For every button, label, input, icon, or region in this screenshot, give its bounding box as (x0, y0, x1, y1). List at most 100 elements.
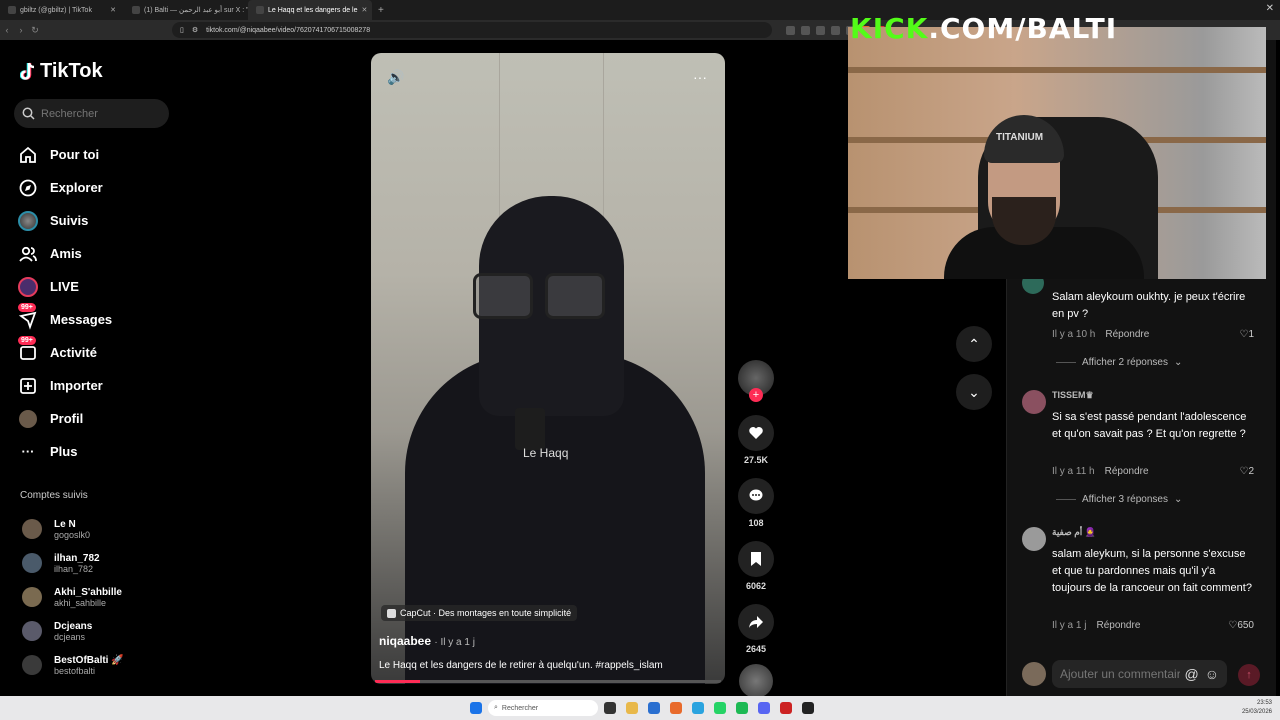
avatar[interactable] (1022, 527, 1046, 551)
forward-icon[interactable]: › (14, 25, 28, 35)
nav-item-messages[interactable]: 99+ Messages (18, 302, 112, 336)
creator-avatar[interactable]: + (738, 360, 774, 402)
close-icon[interactable]: ✕ (110, 6, 116, 14)
view-replies-label: Afficher 2 réponses (1082, 357, 1168, 368)
notion-icon[interactable] (802, 702, 814, 714)
following-title: Comptes suivis (20, 490, 88, 501)
comment-input[interactable] (1060, 667, 1180, 681)
edit-icon[interactable] (816, 25, 825, 35)
comment-time: Il y a 10 h (1052, 329, 1096, 340)
video-player[interactable]: Le Haqq 🔊 ··· CapCut · Des montages en t… (371, 53, 725, 684)
taskbar-search[interactable]: ⌕ Rechercher (488, 700, 598, 716)
new-tab-button[interactable]: + (372, 5, 390, 16)
like-button[interactable] (738, 415, 774, 451)
add-comment-box[interactable]: @☺ (1052, 660, 1227, 688)
account-name: BestOfBalti 🚀 (54, 654, 124, 666)
extension-icon[interactable] (786, 25, 795, 35)
following-account[interactable]: BestOfBalti 🚀 bestofbalti (22, 648, 124, 682)
nav-item-live[interactable]: LIVE (18, 270, 112, 303)
bookmark-icon[interactable]: ▯ (180, 26, 184, 34)
spotify-icon[interactable] (736, 702, 748, 714)
following-account[interactable]: Akhi_S'ahbille akhi_sahbille (22, 580, 124, 614)
comment-like[interactable]: ♡650 (1228, 620, 1254, 631)
reply-button[interactable]: Répondre (1105, 329, 1149, 340)
browser-tab-3[interactable]: Le Haqq et les dangers de le ✕ (248, 0, 372, 20)
app-icon[interactable] (780, 702, 792, 714)
nav-item-profil[interactable]: Profil (18, 402, 112, 435)
file-explorer-icon[interactable] (626, 702, 638, 714)
nav-label: Suivis (50, 213, 89, 228)
emoji-icon[interactable]: ☺ (1205, 666, 1219, 682)
sound-avatar[interactable] (739, 664, 773, 698)
brave-icon[interactable] (670, 702, 682, 714)
reply-button[interactable]: Répondre (1105, 466, 1149, 477)
following-account[interactable]: Le Ngogoslk0 (22, 512, 124, 546)
comment-like[interactable]: ♡2 (1239, 466, 1254, 477)
search-input[interactable] (41, 107, 161, 120)
window-close-icon[interactable]: ✕ (1266, 3, 1274, 14)
task-view-icon[interactable] (604, 702, 616, 714)
reply-button[interactable]: Répondre (1096, 620, 1140, 631)
comment-username[interactable]: TISSEM♛ (1052, 390, 1094, 401)
site-info-icon[interactable]: ⚙ (192, 26, 198, 34)
volume-icon[interactable]: 🔊 (387, 69, 404, 86)
comment-like-count: 1 (1248, 329, 1254, 340)
video-progress-bar[interactable] (375, 680, 721, 683)
nav-item-pour-toi[interactable]: Pour toi (18, 138, 112, 171)
tab-label: (1) Balti — أبو عبد الرحمن sur X : "#N (144, 7, 248, 14)
comment-meta: Il y a 1 j Répondre (1052, 620, 1252, 631)
nav-item-importer[interactable]: Importer (18, 369, 112, 402)
comment-like-count: 650 (1237, 620, 1254, 631)
nav-item-activite[interactable]: 99+ Activité (18, 335, 112, 369)
windows-start-icon[interactable] (470, 702, 482, 714)
back-icon[interactable]: ‹ (0, 25, 14, 35)
comment-button[interactable] (738, 478, 774, 514)
nav-item-suivis[interactable]: Suivis (18, 204, 112, 237)
nav-item-amis[interactable]: Amis (18, 237, 112, 270)
activity-badge: 99+ (18, 335, 36, 345)
nav-item-explorer[interactable]: Explorer (18, 171, 112, 204)
telegram-icon[interactable] (692, 702, 704, 714)
zoom-icon[interactable] (831, 25, 840, 35)
arrow-up-icon: ↑ (1246, 669, 1252, 681)
following-account[interactable]: Dcjeans dcjeans (22, 614, 124, 648)
video-author[interactable]: niqaabee · Il y a 1 j (379, 634, 475, 648)
nav-item-plus[interactable]: ··· Plus (18, 435, 112, 468)
mention-icon[interactable]: @ (1184, 666, 1198, 682)
compass-icon (18, 178, 38, 198)
account-name: Akhi_S'ahbille (54, 586, 122, 598)
view-replies-button[interactable]: Afficher 3 réponses ⌄ (1056, 494, 1182, 505)
comment-like[interactable]: ♡1 (1239, 329, 1254, 340)
tiktok-sidebar: TikTok Pour toi Explorer Suivis Amis LIV… (0, 40, 180, 696)
save-button[interactable] (738, 541, 774, 577)
home-icon (18, 145, 38, 165)
store-icon[interactable] (648, 702, 660, 714)
more-options-icon[interactable]: ··· (693, 69, 707, 85)
following-account[interactable]: ilhan_782 ilhan_782 (22, 546, 124, 580)
search-box[interactable] (14, 99, 169, 128)
translate-icon[interactable] (801, 25, 810, 35)
system-clock[interactable]: 23:53 25/03/2026 (1242, 699, 1272, 717)
browser-tab-1[interactable]: gbiltz (@gbiltz) | TikTok ✕ (0, 0, 124, 20)
tiktok-note-icon (20, 62, 35, 80)
tiktok-logo[interactable]: TikTok (20, 60, 103, 83)
avatar (22, 587, 42, 607)
address-bar[interactable]: ▯ ⚙ tiktok.com/@niqaabee/video/762074170… (172, 22, 772, 38)
comment-time: Il y a 11 h (1052, 466, 1095, 477)
share-button[interactable] (738, 604, 774, 640)
reload-icon[interactable]: ↻ (28, 25, 42, 36)
follow-plus-icon[interactable]: + (749, 388, 763, 402)
discord-icon[interactable] (758, 702, 770, 714)
account-handle: gogoslk0 (54, 529, 91, 540)
capcut-tag[interactable]: CapCut · Des montages en toute simplicit… (381, 605, 578, 621)
view-replies-button[interactable]: Afficher 2 réponses ⌄ (1056, 357, 1182, 368)
close-icon[interactable]: ✕ (362, 6, 368, 14)
next-video-button[interactable]: ⌄ (956, 374, 992, 410)
nav-label: Importer (50, 378, 103, 393)
avatar[interactable] (1022, 390, 1046, 414)
previous-video-button[interactable]: ⌃ (956, 326, 992, 362)
post-comment-button[interactable]: ↑ (1238, 664, 1260, 686)
comment-username[interactable]: أم صفية 🧕 (1052, 527, 1096, 538)
whatsapp-icon[interactable] (714, 702, 726, 714)
browser-tab-2[interactable]: (1) Balti — أبو عبد الرحمن sur X : "#N✕ (124, 0, 248, 20)
